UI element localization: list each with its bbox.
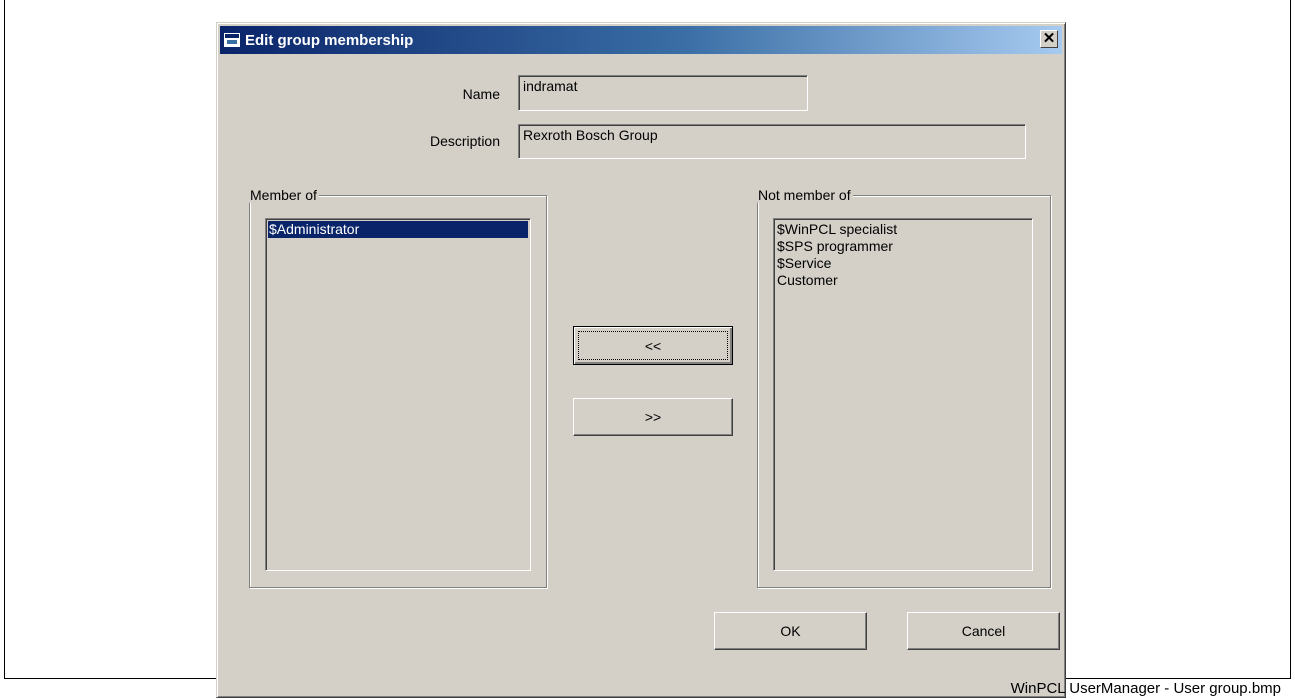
list-item[interactable]: $Service: [776, 255, 1030, 272]
list-item[interactable]: $WinPCL specialist: [776, 221, 1030, 238]
description-label: Description: [429, 133, 500, 149]
not-member-of-list[interactable]: $WinPCL specialist $SPS programmer $Servic…: [773, 218, 1033, 571]
member-of-list[interactable]: $Administrator: [265, 218, 531, 571]
ok-label: OK: [780, 623, 801, 639]
add-to-group-button[interactable]: <<: [573, 326, 733, 365]
window-title: Edit group membership: [245, 31, 414, 49]
list-item[interactable]: Customer: [776, 272, 1030, 289]
list-item[interactable]: $Administrator: [268, 221, 528, 238]
edit-group-membership-dialog: Edit group membership ✕ Name indramat De…: [216, 22, 1066, 698]
cancel-label: Cancel: [961, 623, 1006, 639]
list-item[interactable]: $SPS programmer: [776, 238, 1030, 255]
close-icon: ✕: [1042, 30, 1056, 47]
ok-button[interactable]: OK: [714, 612, 867, 650]
close-button[interactable]: ✕: [1040, 30, 1058, 48]
remove-from-group-label: >>: [644, 409, 662, 425]
member-of-title: Member of: [248, 187, 319, 203]
focus-rectangle: [578, 331, 728, 360]
name-label: Name: [462, 86, 500, 102]
not-member-of-title: Not member of: [756, 187, 853, 203]
description-field[interactable]: Rexroth Bosch Group: [518, 124, 1026, 159]
title-bar[interactable]: Edit group membership ✕: [220, 26, 1062, 54]
window-icon: [224, 33, 240, 47]
figure-caption: WinPCL UserManager - User group.bmp: [1010, 680, 1281, 697]
cancel-button[interactable]: Cancel: [907, 612, 1060, 650]
remove-from-group-button[interactable]: >>: [573, 398, 733, 436]
name-field[interactable]: indramat: [518, 75, 808, 111]
